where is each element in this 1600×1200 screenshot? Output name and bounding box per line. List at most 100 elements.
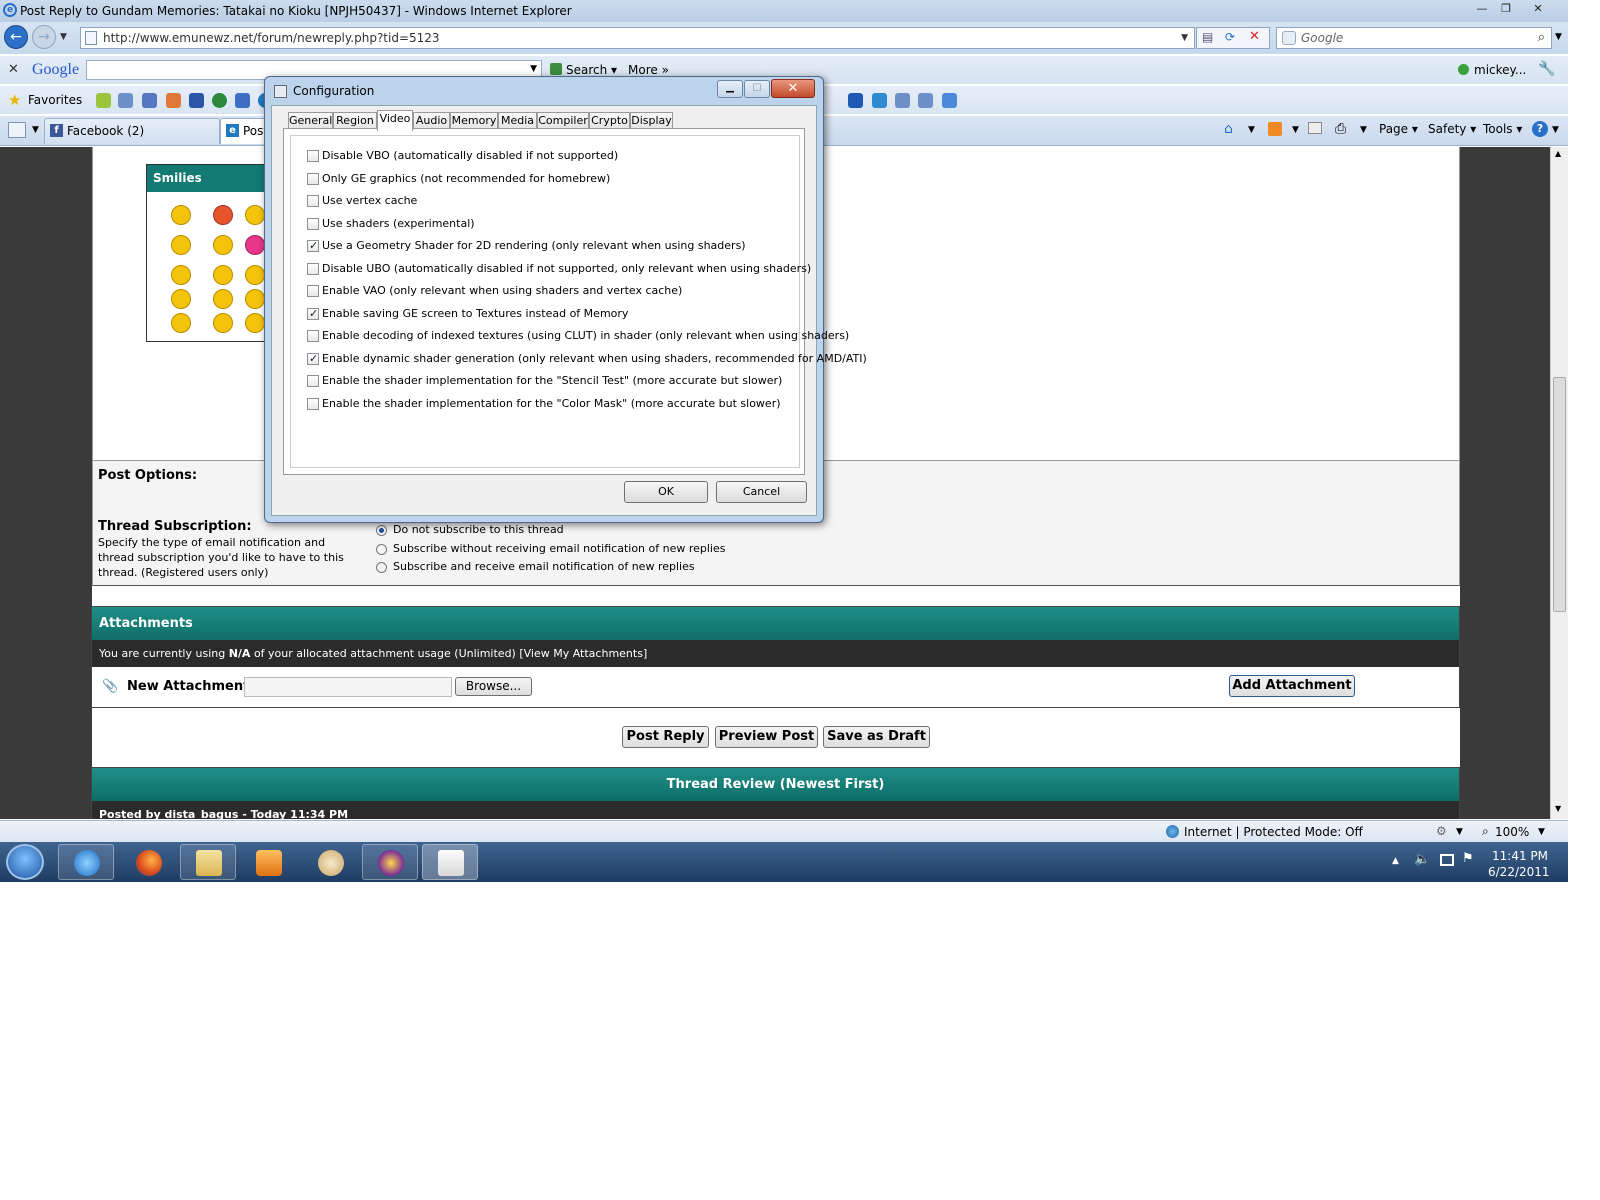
favorite-link-icon[interactable] <box>189 93 204 108</box>
action-center-flag-icon[interactable]: ⚑ <box>1462 851 1474 866</box>
compatibility-view-icon[interactable]: ▤ <box>1202 30 1213 44</box>
history-dropdown-icon[interactable]: ▼ <box>60 32 67 42</box>
zoom-dropdown-icon[interactable]: ▼ <box>1538 827 1545 837</box>
favorite-link-icon[interactable] <box>942 93 957 108</box>
tab-list-dropdown-icon[interactable]: ▼ <box>32 125 39 135</box>
help-dropdown-icon[interactable]: ▼ <box>1552 125 1559 135</box>
dialog-minimize-button[interactable]: ▁ <box>717 80 743 98</box>
only-ge-graphics-checkbox[interactable] <box>307 173 319 185</box>
search-input[interactable]: Google ⌕ <box>1276 27 1552 49</box>
vertex-cache-checkbox[interactable] <box>307 195 319 207</box>
use-shaders-checkbox[interactable] <box>307 218 319 230</box>
enable-vao-checkbox[interactable] <box>307 285 319 297</box>
favorite-link-icon[interactable] <box>918 93 933 108</box>
taskbar-paint[interactable] <box>302 844 358 880</box>
taskbar-media-player[interactable] <box>240 844 296 880</box>
protected-mode-icon[interactable]: ⚙ <box>1436 824 1447 838</box>
taskbar-firefox[interactable] <box>120 844 176 880</box>
smiley-icon[interactable] <box>171 289 191 309</box>
safety-menu[interactable]: Safety ▾ <box>1428 122 1476 136</box>
color-mask-checkbox[interactable] <box>307 398 319 410</box>
page-scrollbar[interactable]: ▲ ▼ <box>1550 147 1568 819</box>
taskbar-explorer[interactable] <box>180 844 236 880</box>
network-icon[interactable] <box>1440 854 1454 866</box>
smiley-icon[interactable] <box>171 313 191 333</box>
add-favorite-icon[interactable] <box>96 93 111 108</box>
restore-button[interactable]: ❐ <box>1494 2 1518 18</box>
tab-video[interactable]: Video <box>377 110 413 131</box>
smiley-icon[interactable] <box>213 289 233 309</box>
geometry-shader-checkbox[interactable] <box>307 239 319 252</box>
security-zone[interactable]: Internet | Protected Mode: Off <box>1184 825 1363 839</box>
google-more-button[interactable]: More » <box>628 63 669 77</box>
smiley-icon[interactable] <box>245 313 265 333</box>
smiley-icon[interactable] <box>171 265 191 285</box>
search-icon[interactable]: ⌕ <box>1538 28 1545 48</box>
smiley-icon[interactable] <box>213 205 233 225</box>
favorite-link-icon[interactable] <box>142 93 157 108</box>
subscription-radio-email[interactable] <box>376 562 387 573</box>
favorites-button[interactable]: Favorites <box>28 93 82 107</box>
favorite-link-icon[interactable] <box>118 93 133 108</box>
forward-button[interactable]: → <box>32 25 56 49</box>
google-search-dropdown-icon[interactable]: ▼ <box>530 64 537 74</box>
subscription-radio-none[interactable] <box>376 525 387 536</box>
close-window-button[interactable]: ✕ <box>1518 2 1558 18</box>
disable-ubo-checkbox[interactable] <box>307 263 319 275</box>
smiley-icon[interactable] <box>171 235 191 255</box>
taskbar-java-app[interactable] <box>422 844 478 880</box>
favorite-link-icon[interactable] <box>235 93 250 108</box>
taskbar-clock[interactable]: 11:41 PM 6/22/2011 <box>1488 848 1550 880</box>
favorite-link-icon[interactable] <box>895 93 910 108</box>
refresh-icon[interactable]: ⟳ <box>1225 30 1235 44</box>
tools-menu[interactable]: Tools ▾ <box>1483 122 1522 136</box>
favorite-link-icon[interactable] <box>872 93 887 108</box>
close-toolbar-icon[interactable]: ✕ <box>8 62 19 77</box>
subscription-radio-no-email[interactable] <box>376 544 387 555</box>
google-account-menu[interactable]: mickey... <box>1474 63 1526 77</box>
dynamic-shader-checkbox[interactable] <box>307 352 319 365</box>
protected-mode-dropdown-icon[interactable]: ▼ <box>1456 827 1463 837</box>
scroll-up-icon[interactable]: ▲ <box>1555 149 1561 158</box>
start-button[interactable] <box>6 844 44 880</box>
save-draft-button[interactable]: Save as Draft <box>823 726 930 748</box>
feeds-dropdown-icon[interactable]: ▼ <box>1292 125 1299 135</box>
taskbar-internet-explorer[interactable] <box>58 844 114 880</box>
tab-facebook[interactable]: f Facebook (2) <box>44 118 220 144</box>
page-menu[interactable]: Page ▾ <box>1379 122 1418 136</box>
dialog-close-button[interactable]: ✕ <box>771 79 815 98</box>
read-mail-icon[interactable] <box>1308 122 1322 134</box>
smiley-icon[interactable] <box>171 205 191 225</box>
search-options-icon[interactable]: ▼ <box>1555 32 1562 42</box>
home-icon[interactable]: ⌂ <box>1224 121 1233 137</box>
address-input[interactable]: http://www.emunewz.net/forum/newreply.ph… <box>80 27 1195 49</box>
dialog-maximize-button[interactable]: ☐ <box>744 80 770 98</box>
feeds-icon[interactable] <box>1268 122 1282 136</box>
smiley-icon[interactable] <box>213 235 233 255</box>
heart-icon[interactable] <box>245 235 265 255</box>
print-dropdown-icon[interactable]: ▼ <box>1360 125 1367 135</box>
zoom-level[interactable]: 100% <box>1495 825 1529 839</box>
ok-button[interactable]: OK <box>624 481 708 503</box>
address-dropdown-icon[interactable]: ▼ <box>1181 28 1188 48</box>
show-hidden-icons[interactable]: ▲ <box>1392 856 1399 866</box>
wrench-icon[interactable]: 🔧 <box>1538 61 1555 77</box>
taskbar-yahoo-messenger[interactable] <box>362 844 418 880</box>
smiley-icon[interactable] <box>213 313 233 333</box>
home-dropdown-icon[interactable]: ▼ <box>1248 125 1255 135</box>
post-reply-button[interactable]: Post Reply <box>622 726 709 748</box>
quick-tabs-icon[interactable] <box>8 122 26 138</box>
volume-icon[interactable]: 🔈 <box>1414 852 1430 867</box>
smiley-icon[interactable] <box>245 205 265 225</box>
stencil-test-checkbox[interactable] <box>307 375 319 387</box>
smiley-icon[interactable] <box>245 265 265 285</box>
tab-post-reply[interactable]: e Post <box>220 118 270 144</box>
indexed-textures-checkbox[interactable] <box>307 330 319 342</box>
google-search-button[interactable]: Search ▾ <box>566 63 617 77</box>
save-ge-screen-checkbox[interactable] <box>307 307 319 320</box>
help-icon[interactable]: ? <box>1532 121 1548 137</box>
smiley-icon[interactable] <box>213 265 233 285</box>
disable-vbo-checkbox[interactable] <box>307 150 319 162</box>
attachment-file-input[interactable] <box>244 677 452 697</box>
add-attachment-button[interactable]: Add Attachment <box>1229 675 1355 697</box>
